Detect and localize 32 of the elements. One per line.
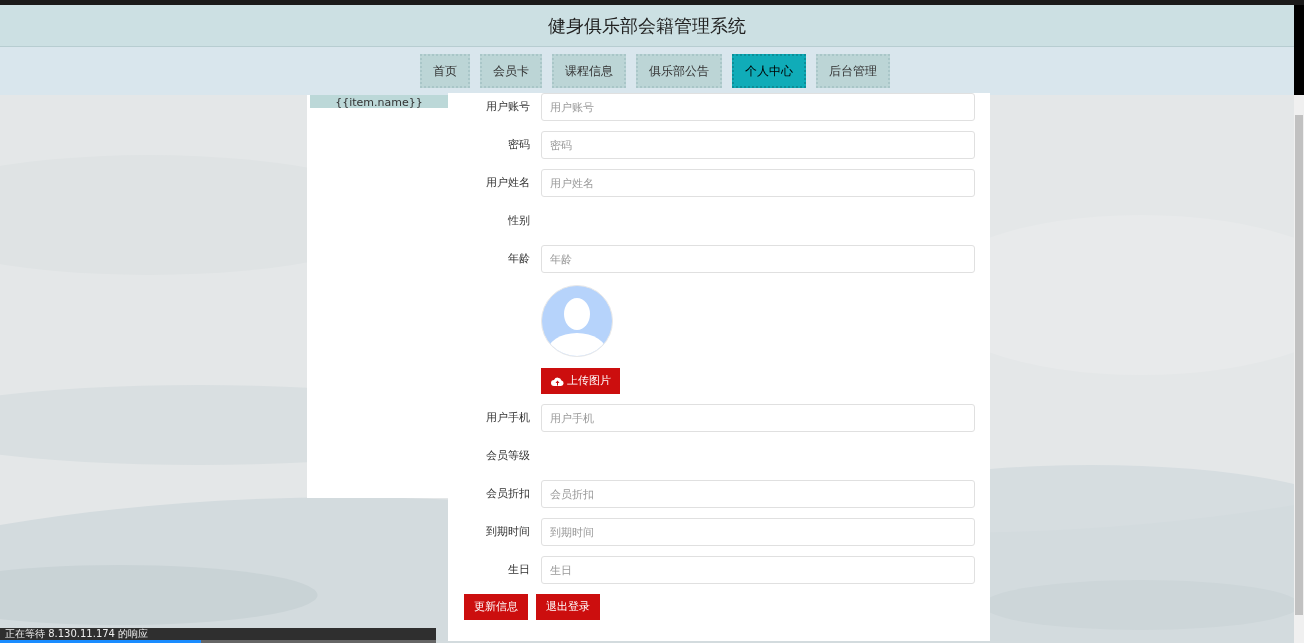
nav-tab[interactable]: 课程信息	[552, 54, 626, 88]
field-label: 用户手机	[485, 409, 530, 426]
nav-tab[interactable]: 个人中心	[732, 54, 806, 88]
field-label: 会员折扣	[485, 485, 530, 502]
input-field[interactable]: 用户姓名	[541, 169, 975, 197]
field-label: 到期时间	[485, 523, 530, 540]
cloud-upload-icon	[550, 376, 564, 386]
nav-tab[interactable]: 会员卡	[480, 54, 542, 88]
upload-button[interactable]: 上传图片	[541, 368, 620, 394]
status-text: 正在等待 8.130.11.174 的响应	[4, 628, 150, 640]
site-title: 健身俱乐部会籍管理系统	[548, 14, 746, 38]
input-field[interactable]: 用户账号	[541, 93, 975, 121]
input-field[interactable]: 会员折扣	[541, 480, 975, 508]
input-field[interactable]: 用户手机	[541, 404, 975, 432]
input-field[interactable]: 密码	[541, 131, 975, 159]
field-label: 生日	[507, 561, 530, 578]
field-label: 密码	[507, 136, 530, 153]
avatar-icon	[541, 285, 613, 357]
field-label: 会员等级	[485, 447, 530, 464]
input-field[interactable]: 到期时间	[541, 518, 975, 546]
input-field[interactable]: 年龄	[541, 245, 975, 273]
input-field[interactable]: 生日	[541, 556, 975, 584]
field-label: 用户账号	[485, 98, 530, 115]
sidebar-item[interactable]: {{item.name}}	[310, 95, 448, 108]
form-button[interactable]: 退出登录	[536, 594, 600, 620]
form-button[interactable]: 更新信息	[464, 594, 528, 620]
nav-tab[interactable]: 俱乐部公告	[636, 54, 722, 88]
field-label: 用户姓名	[485, 174, 530, 191]
nav-tab[interactable]: 后台管理	[816, 54, 890, 88]
nav-tab[interactable]: 首页	[420, 54, 470, 88]
field-label: 年龄	[507, 250, 530, 267]
field-label: 性别	[507, 212, 530, 229]
